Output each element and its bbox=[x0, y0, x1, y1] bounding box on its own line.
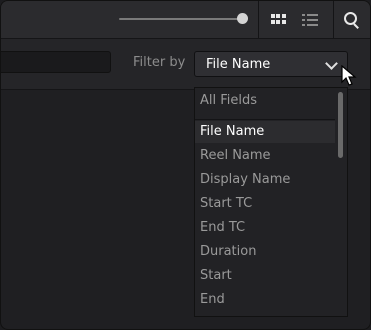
dropdown-option-all-fields[interactable]: All Fields bbox=[195, 90, 335, 112]
filter-bar: Filter by File Name bbox=[1, 39, 370, 90]
zoom-slider-track[interactable] bbox=[119, 18, 243, 20]
chevron-down-icon bbox=[325, 57, 338, 70]
dropdown-option-start[interactable]: Start bbox=[195, 265, 335, 287]
filter-dropdown-menu: All Fields File Name Reel Name Display N… bbox=[194, 87, 348, 317]
list-view-icon bbox=[302, 13, 318, 26]
dropdown-divider bbox=[195, 119, 335, 120]
dropdown-option-duration[interactable]: Duration bbox=[195, 241, 335, 263]
search-icon bbox=[344, 11, 360, 29]
dropdown-option-end[interactable]: End bbox=[195, 289, 335, 311]
toolbar-divider bbox=[258, 1, 259, 38]
dropdown-scrollbar[interactable] bbox=[338, 92, 343, 158]
zoom-slider-thumb[interactable] bbox=[237, 13, 248, 24]
dropdown-option-display-name[interactable]: Display Name bbox=[195, 169, 335, 191]
dropdown-option-end-tc[interactable]: End TC bbox=[195, 217, 335, 239]
search-button[interactable] bbox=[336, 1, 368, 38]
filter-by-label: Filter by bbox=[133, 55, 186, 70]
grid-view-icon bbox=[270, 14, 286, 25]
dropdown-option-reel-name[interactable]: Reel Name bbox=[195, 145, 335, 167]
filter-selected-value: File Name bbox=[206, 57, 271, 72]
toolbar bbox=[1, 1, 370, 39]
toolbar-divider bbox=[333, 1, 334, 38]
dropdown-option-file-name[interactable]: File Name bbox=[195, 121, 335, 143]
filter-field-select[interactable]: File Name bbox=[194, 51, 348, 77]
media-pool-panel: Filter by File Name All Fields File Name… bbox=[0, 0, 371, 330]
grid-view-button[interactable] bbox=[263, 1, 293, 38]
search-input[interactable] bbox=[1, 51, 111, 73]
dropdown-option-start-tc[interactable]: Start TC bbox=[195, 193, 335, 215]
list-view-button[interactable] bbox=[295, 1, 325, 38]
mouse-cursor-icon bbox=[341, 65, 357, 86]
